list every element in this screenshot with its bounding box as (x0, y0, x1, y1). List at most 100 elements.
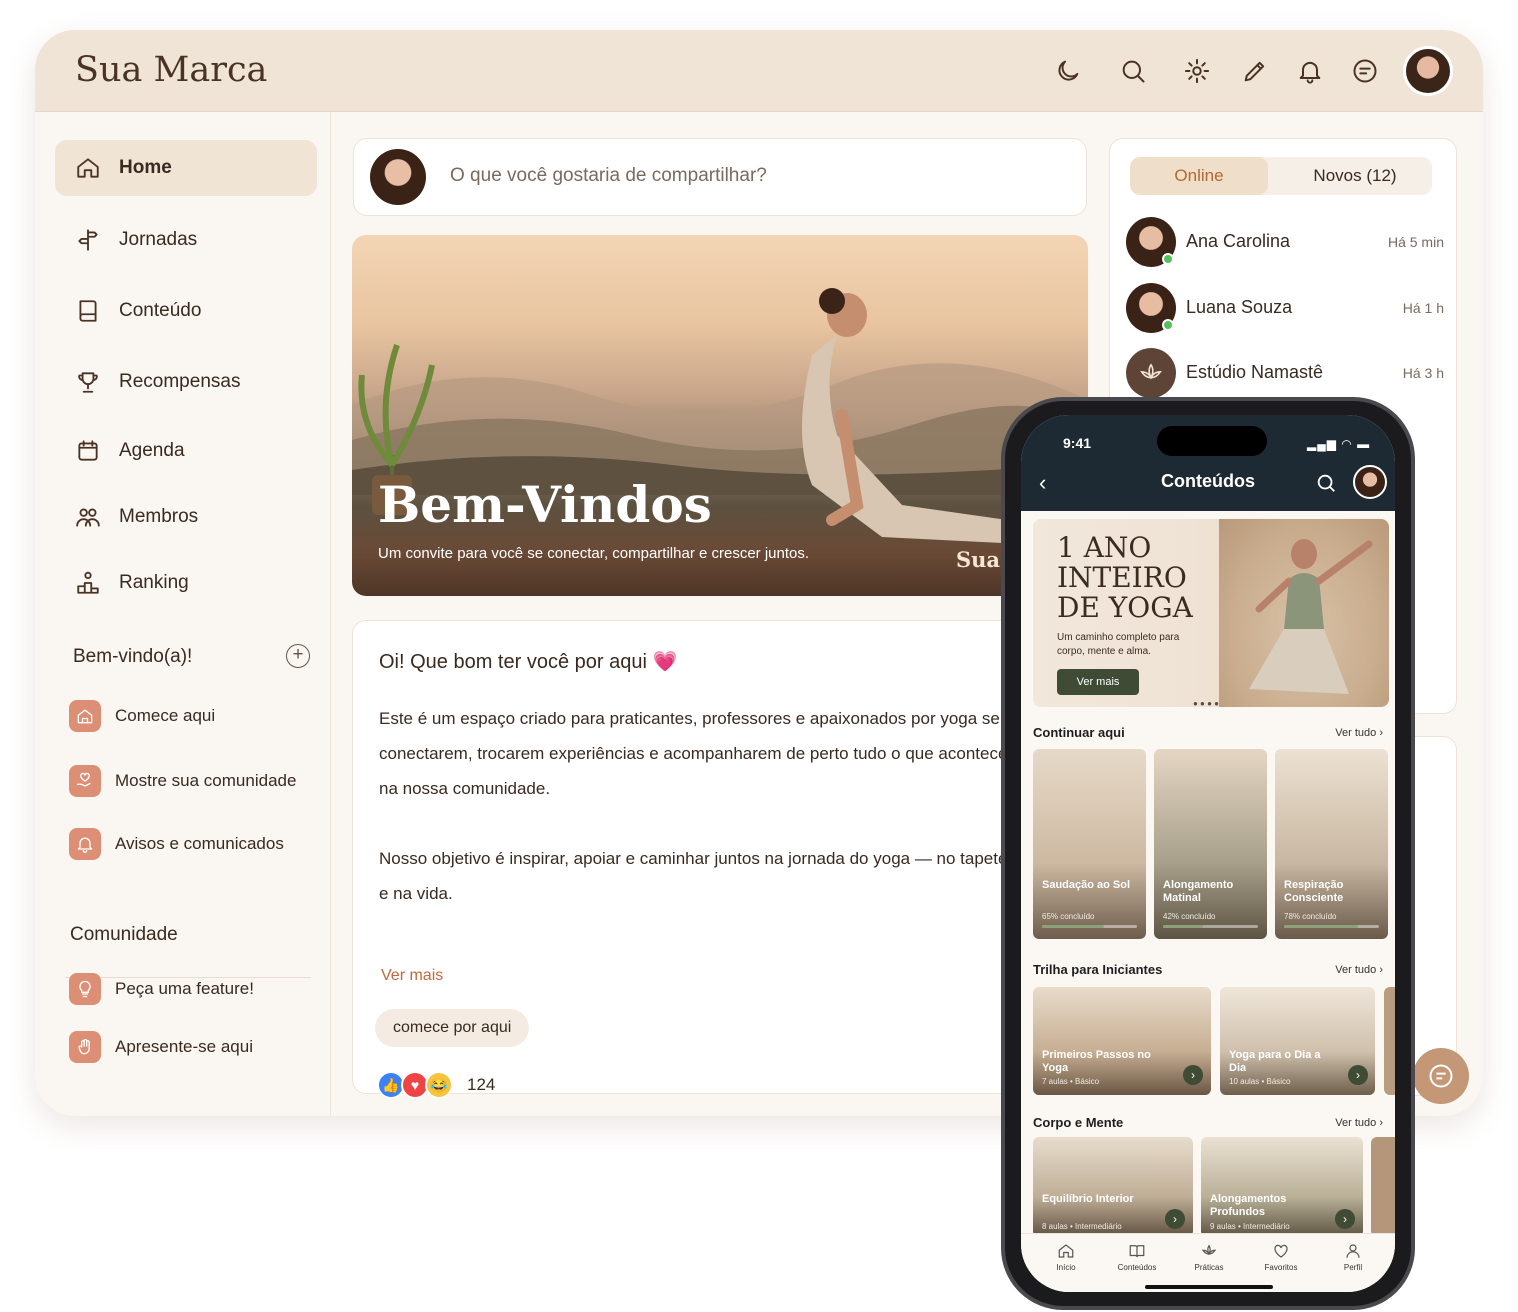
nav-conteudo-label: Conteúdo (119, 300, 202, 321)
nav-ranking[interactable]: Ranking (55, 555, 317, 611)
bell-icon[interactable] (1295, 56, 1325, 86)
composer-placeholder[interactable]: O que você gostaria de compartilhar? (450, 165, 767, 187)
banner-subtitle: Um caminho completo para corpo, mente e … (1057, 632, 1180, 657)
hand-icon (69, 1031, 101, 1063)
card-meta: 8 aulas • Intermediário (1042, 1222, 1122, 1231)
space-avisos[interactable]: Avisos e comunicados (69, 828, 284, 860)
space-comece-aqui[interactable]: Comece aqui (69, 700, 215, 732)
space-peca-feature[interactable]: Peça uma feature! (69, 973, 254, 1005)
status-time: 9:41 (1063, 435, 1092, 451)
banner-button[interactable]: Ver mais (1057, 669, 1139, 695)
nav-jornadas[interactable]: Jornadas (55, 212, 317, 268)
reaction-count: 124 (467, 1075, 496, 1094)
hero-subtitle: Um convite para você se conectar, compar… (378, 545, 810, 562)
course-card[interactable]: Saudação ao Sol 65% concluído (1033, 749, 1146, 939)
course-card[interactable]: Primeiros Passos no Yoga 7 aulas • Básic… (1033, 987, 1211, 1095)
card-title: Primeiros Passos no Yoga (1042, 1049, 1151, 1074)
course-card[interactable] (1384, 987, 1395, 1095)
nav-membros-label: Membros (119, 506, 199, 527)
pencil-icon[interactable] (1240, 56, 1270, 86)
brand-logo[interactable]: Sua Marca (75, 50, 267, 90)
hero-title: Bem-Vindos (378, 475, 712, 534)
chevron-right-icon[interactable]: › (1348, 1065, 1368, 1085)
see-all-label: Ver tudo (1335, 727, 1377, 739)
nav-agenda-label: Agenda (119, 440, 185, 461)
lotus-icon (1126, 348, 1176, 398)
tab-praticas[interactable]: Práticas (1179, 1242, 1239, 1272)
tab-conteudos[interactable]: Conteúdos (1107, 1242, 1167, 1272)
tab-online[interactable]: Online (1130, 157, 1268, 195)
card-title: Respiração Consciente (1284, 879, 1344, 904)
reactions-bar[interactable]: 👍 ♥ 😂 124 (377, 1071, 495, 1099)
promo-banner[interactable]: 1 ANO INTEIRO DE YOGA Um caminho complet… (1033, 519, 1389, 707)
card-meta: 65% concluído (1042, 912, 1095, 921)
online-indicator (1162, 253, 1174, 265)
chevron-right-icon[interactable]: › (1183, 1065, 1203, 1085)
course-card[interactable]: Respiração Consciente 78% concluído (1275, 749, 1388, 939)
tab-label: Favoritos (1264, 1263, 1298, 1272)
member-time: Há 1 h (1402, 300, 1444, 316)
nav-recompensas[interactable]: Recompensas (55, 354, 317, 410)
house-icon (69, 700, 101, 732)
home-icon (77, 158, 99, 178)
add-space-button[interactable]: + (286, 644, 310, 668)
carousel-dots[interactable]: ● ● ● ● (1193, 699, 1219, 707)
course-card[interactable]: Alongamento Matinal 42% concluído (1154, 749, 1267, 939)
chat-fab-button[interactable] (1413, 1048, 1469, 1104)
post-tag[interactable]: comece por aqui (375, 1009, 530, 1047)
member-time: Há 5 min (1387, 234, 1444, 250)
mobile-phone-mockup: 9:41 ▂▄▆ ◠ ▬ ‹ Conteúdos 1 ANO INTEIRO D… (1001, 397, 1415, 1310)
course-card[interactable]: Equilíbrio Interior 8 aulas • Intermediá… (1033, 1137, 1193, 1237)
chevron-right-icon[interactable]: › (1165, 1209, 1185, 1229)
phone-header: 9:41 ▂▄▆ ◠ ▬ ‹ Conteúdos (1021, 415, 1395, 511)
member-row[interactable]: Ana Carolina Há 5 min (1126, 217, 1444, 269)
tab-label: Práticas (1194, 1263, 1224, 1272)
nav-home[interactable]: Home (55, 140, 317, 196)
progress-bar (1284, 925, 1379, 928)
tab-favoritos[interactable]: Favoritos (1251, 1242, 1311, 1272)
progress-fill (1042, 925, 1104, 928)
course-card[interactable]: Yoga para o Dia a Dia 10 aulas • Básico … (1220, 987, 1375, 1095)
search-icon[interactable] (1315, 472, 1337, 494)
sidebar: Home Jornadas Conteúdo Recompensas Agend… (35, 112, 331, 1116)
card-title: Alongamento Matinal (1163, 879, 1234, 904)
nav-conteudo[interactable]: Conteúdo (55, 283, 317, 339)
post-heading: Oi! Que bom ter você por aqui 💗 (379, 651, 678, 673)
chat-icon[interactable] (1350, 56, 1380, 86)
signpost-icon (78, 229, 98, 251)
space-mostre-comunidade[interactable]: Mostre sua comunidade (69, 765, 296, 797)
see-all-link[interactable]: Ver tudo › (1335, 1117, 1383, 1129)
course-card[interactable]: Alongamentos Profundos 9 aulas • Interme… (1201, 1137, 1363, 1237)
post-composer[interactable]: O que você gostaria de compartilhar? (353, 138, 1087, 216)
online-indicator (1162, 319, 1174, 331)
tab-label: Perfil (1343, 1263, 1363, 1272)
members-tabs: Online Novos (12) (1130, 157, 1432, 195)
see-all-link[interactable]: Ver tudo › (1335, 727, 1383, 739)
moon-icon[interactable] (1053, 56, 1083, 86)
phone-title: Conteúdos (1161, 471, 1255, 491)
tab-new[interactable]: Novos (12) (1280, 157, 1430, 195)
nav-membros[interactable]: Membros (55, 489, 317, 545)
tab-inicio[interactable]: Início (1036, 1242, 1096, 1272)
avatar[interactable] (1353, 465, 1387, 499)
member-row[interactable]: Luana Souza Há 1 h (1126, 283, 1444, 335)
welcome-section-title: Bem-vindo(a)! (73, 646, 193, 667)
see-all-link[interactable]: Ver tudo › (1335, 964, 1383, 976)
bulb-icon (69, 973, 101, 1005)
space-apresente-se[interactable]: Apresente-se aqui (69, 1031, 253, 1063)
progress-fill (1163, 925, 1203, 928)
card-title: Alongamentos Profundos (1210, 1193, 1287, 1218)
see-more-link[interactable]: Ver mais (381, 967, 443, 985)
tab-perfil[interactable]: Perfil (1323, 1242, 1383, 1272)
trophy-icon (78, 372, 98, 393)
search-icon[interactable] (1118, 56, 1148, 86)
chevron-right-icon[interactable]: › (1335, 1209, 1355, 1229)
card-meta: 78% concluído (1284, 912, 1337, 921)
member-row[interactable]: Estúdio Namastê Há 3 h (1126, 348, 1444, 400)
user-avatar[interactable] (1403, 46, 1453, 96)
course-card[interactable] (1371, 1137, 1395, 1237)
gear-icon[interactable] (1182, 56, 1212, 86)
nav-agenda[interactable]: Agenda (55, 423, 317, 479)
see-all-label: Ver tudo (1335, 964, 1377, 976)
see-all-label: Ver tudo (1335, 1117, 1377, 1129)
